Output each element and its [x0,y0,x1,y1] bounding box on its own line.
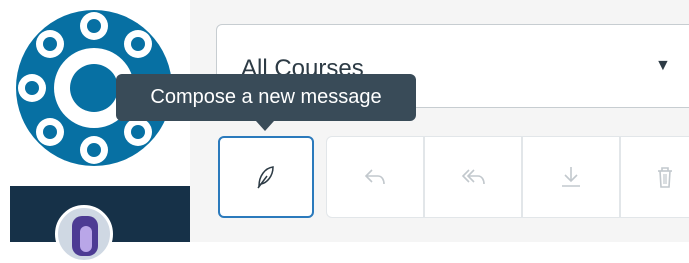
tooltip-text: Compose a new message [150,86,382,108]
reply-all-icon [461,169,485,185]
delete-button[interactable] [620,136,689,218]
compose-button[interactable] [218,136,314,218]
feather-icon [257,166,274,189]
reply-all-button[interactable] [424,136,522,218]
download-icon [562,167,580,187]
reply-icon [364,169,385,185]
reply-button[interactable] [326,136,424,218]
archive-button[interactable] [522,136,620,218]
tooltip-arrow [256,121,274,131]
avatar-image-detail [80,226,92,252]
compose-tooltip: Compose a new message [116,74,416,131]
chevron-down-icon: ▼ [655,57,671,74]
global-nav [0,0,190,263]
avatar[interactable] [55,205,113,263]
trash-icon [658,167,672,188]
